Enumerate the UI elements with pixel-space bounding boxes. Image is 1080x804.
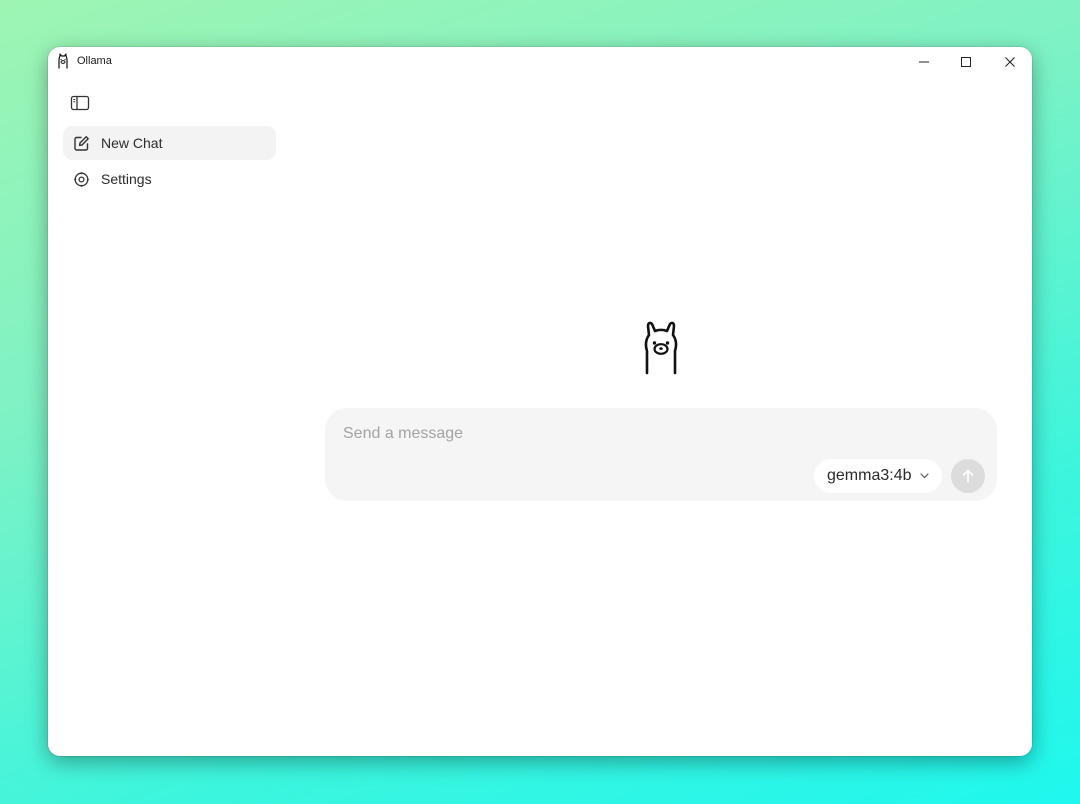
chevron-down-icon	[919, 473, 929, 479]
gear-icon	[72, 170, 90, 188]
sidebar-item-new-chat[interactable]: New Chat	[63, 126, 276, 160]
minimize-button[interactable]	[902, 47, 946, 77]
minimize-icon	[919, 61, 929, 63]
send-button[interactable]	[951, 459, 985, 493]
maximize-button[interactable]	[944, 47, 988, 77]
close-button[interactable]	[988, 47, 1032, 77]
window-title: Ollama	[77, 55, 112, 67]
maximize-icon	[961, 57, 971, 67]
model-selector[interactable]: gemma3:4b	[814, 459, 942, 493]
arrow-up-icon	[962, 469, 974, 483]
llama-logo-icon	[644, 321, 678, 375]
sidebar-item-label: Settings	[101, 171, 152, 187]
close-icon	[1005, 57, 1015, 67]
sidebar-panel-icon	[70, 95, 90, 111]
message-composer: gemma3:4b	[325, 408, 997, 501]
app-window: Ollama New Chat Settings Send a message …	[48, 47, 1032, 756]
sidebar-toggle-button[interactable]	[68, 91, 92, 115]
title-bar[interactable]: Ollama	[48, 47, 1032, 77]
edit-icon	[72, 134, 90, 152]
message-input[interactable]	[343, 422, 963, 446]
sidebar-item-settings[interactable]: Settings	[63, 162, 276, 196]
sidebar-item-label: New Chat	[101, 135, 163, 151]
ollama-logo-icon	[58, 53, 68, 69]
model-selector-label: gemma3:4b	[827, 467, 912, 484]
